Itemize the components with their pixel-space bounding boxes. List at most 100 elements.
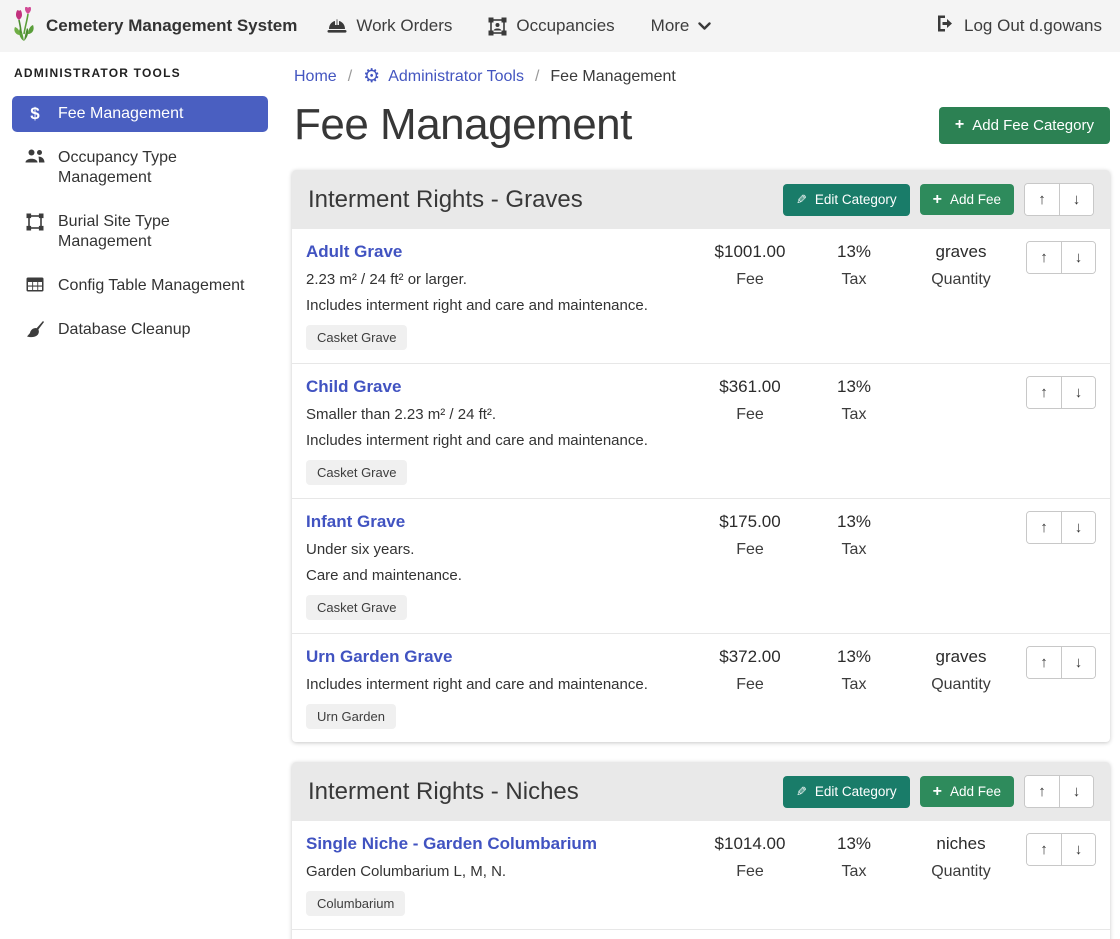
app-title: Cemetery Management System: [46, 16, 297, 36]
fee-label: Fee: [698, 863, 802, 881]
logout-icon: [936, 15, 955, 37]
fee-stats: $372.00 Fee 13% Tax graves Quantity ↑ ↓: [698, 646, 1096, 694]
fee-amount: $361.00: [698, 377, 802, 397]
move-fee-up-button[interactable]: ↑: [1027, 242, 1061, 273]
fee-reorder-group: ↑ ↓: [1026, 833, 1096, 866]
quantity-label: Quantity: [906, 271, 1016, 289]
tax-label: Tax: [802, 406, 906, 424]
category-title: Interment Rights - Graves: [308, 186, 583, 214]
fee-row: Infant Grave Under six years.Care and ma…: [292, 498, 1110, 633]
add-fee-button[interactable]: + Add Fee: [920, 776, 1014, 807]
fee-category-card: Interment Rights - Graves ✎ Edit Categor…: [292, 170, 1110, 742]
fee-name-link[interactable]: Infant Grave: [306, 512, 405, 532]
broom-icon: [24, 321, 46, 338]
fee-name-link[interactable]: Single Niche - Garden Columbarium: [306, 834, 597, 854]
fee-name-link[interactable]: Adult Grave: [306, 242, 402, 262]
move-fee-down-button[interactable]: ↓: [1061, 242, 1095, 273]
move-fee-up-button[interactable]: ↑: [1027, 512, 1061, 543]
breadcrumb-home-link[interactable]: Home: [294, 68, 337, 86]
tax-amount: 13%: [802, 512, 906, 532]
table-icon: [24, 277, 46, 292]
plus-icon: +: [955, 118, 964, 132]
add-fee-label: Add Fee: [950, 784, 1001, 799]
sidebar-item-label: Database Cleanup: [58, 320, 191, 340]
tax-amount: 13%: [802, 377, 906, 397]
fee-description: Includes interment right and care and ma…: [306, 432, 698, 449]
move-category-down-button[interactable]: ↓: [1059, 184, 1093, 215]
edit-category-button[interactable]: ✎ Edit Category: [783, 184, 910, 216]
sidebar-item-fee-management[interactable]: $ Fee Management: [12, 96, 268, 132]
top-navbar: Cemetery Management System Work Orders: [0, 0, 1120, 52]
pencil-icon: ✎: [796, 784, 807, 800]
move-fee-up-button[interactable]: ↑: [1027, 647, 1061, 678]
tulip-logo-icon: [12, 7, 36, 46]
fee-details: Urn Garden Grave Includes interment righ…: [306, 646, 698, 729]
tax-stat: 13% Tax: [802, 833, 906, 881]
fee-stats: $175.00 Fee 13% Tax ↑ ↓: [698, 511, 1096, 559]
move-fee-down-button[interactable]: ↓: [1061, 512, 1095, 543]
tax-label: Tax: [802, 541, 906, 559]
fee-stat: $361.00 Fee: [698, 376, 802, 424]
edit-category-button[interactable]: ✎ Edit Category: [783, 776, 910, 808]
tax-label: Tax: [802, 676, 906, 694]
move-category-up-button[interactable]: ↑: [1025, 776, 1059, 807]
move-fee-down-button[interactable]: ↓: [1061, 377, 1095, 408]
add-fee-button[interactable]: + Add Fee: [920, 184, 1014, 215]
fee-descriptions: Smaller than 2.23 m² / 24 ft².Includes i…: [306, 406, 698, 449]
add-fee-label: Add Fee: [950, 192, 1001, 207]
breadcrumb: Home / ⚙ Administrator Tools / Fee Manag…: [294, 68, 1110, 86]
add-fee-category-button[interactable]: + Add Fee Category: [939, 107, 1110, 144]
fee-description: Garden Columbarium L, M, N.: [306, 863, 698, 880]
fee-stat: $372.00 Fee: [698, 646, 802, 694]
page-title: Fee Management: [294, 100, 632, 150]
fee-descriptions: 2.23 m² / 24 ft² or larger.Includes inte…: [306, 271, 698, 314]
logout-button[interactable]: Log Out d.gowans: [936, 15, 1102, 37]
sidebar-item-config-table-management[interactable]: Config Table Management: [12, 268, 268, 304]
pencil-icon: ✎: [796, 192, 807, 208]
app-brand[interactable]: Cemetery Management System: [12, 7, 297, 46]
occupancy-frame-icon: [488, 17, 507, 36]
nav-label: More: [651, 16, 690, 36]
move-fee-down-button[interactable]: ↓: [1061, 647, 1095, 678]
move-category-up-button[interactable]: ↑: [1025, 184, 1059, 215]
tax-amount: 13%: [802, 834, 906, 854]
sidebar-item-database-cleanup[interactable]: Database Cleanup: [12, 312, 268, 348]
fee-description: Includes interment right and care and ma…: [306, 297, 698, 314]
fee-stat: $175.00 Fee: [698, 511, 802, 559]
move-fee-down-button[interactable]: ↓: [1061, 834, 1095, 865]
fee-row: Urn Garden Grave Includes interment righ…: [292, 633, 1110, 742]
sidebar-item-occupancy-type-management[interactable]: Occupancy Type Management: [12, 140, 268, 196]
fee-amount: $175.00: [698, 512, 802, 532]
quantity-value: graves: [906, 242, 1016, 262]
nav-work-orders[interactable]: Work Orders: [327, 16, 452, 36]
fee-descriptions: Under six years.Care and maintenance.: [306, 541, 698, 584]
category-header: Interment Rights - Niches ✎ Edit Categor…: [292, 762, 1110, 821]
sidebar-heading: ADMINISTRATOR TOOLS: [14, 66, 266, 80]
fee-name-link[interactable]: Urn Garden Grave: [306, 647, 452, 667]
category-reorder-group: ↑ ↓: [1024, 775, 1094, 808]
quantity-value: niches: [906, 834, 1016, 854]
nav-more[interactable]: More: [651, 16, 712, 36]
category-header: Interment Rights - Graves ✎ Edit Categor…: [292, 170, 1110, 229]
fee-row: Adult Grave 2.23 m² / 24 ft² or larger.I…: [292, 229, 1110, 363]
fee-row: Single Niche - Garden Columbarium Garden…: [292, 821, 1110, 929]
move-fee-up-button[interactable]: ↑: [1027, 834, 1061, 865]
fee-row: Companion Niche - Garden Columbarium Gar…: [292, 929, 1110, 939]
sidebar-item-burial-site-type-management[interactable]: Burial Site Type Management: [12, 204, 268, 260]
move-category-down-button[interactable]: ↓: [1059, 776, 1093, 807]
fee-reorder-group: ↑ ↓: [1026, 646, 1096, 679]
main-nav: Work Orders Occupancies More: [327, 16, 711, 36]
fee-amount: $372.00: [698, 647, 802, 667]
move-fee-up-button[interactable]: ↑: [1027, 377, 1061, 408]
vector-square-icon: [24, 213, 46, 231]
plus-icon: +: [933, 785, 942, 799]
fee-type-badge: Urn Garden: [306, 704, 396, 729]
quantity-value: graves: [906, 647, 1016, 667]
fee-name-link[interactable]: Child Grave: [306, 377, 401, 397]
fee-amount: $1014.00: [698, 834, 802, 854]
fee-amount: $1001.00: [698, 242, 802, 262]
fee-descriptions: Garden Columbarium L, M, N.: [306, 863, 698, 880]
quantity-stat: niches Quantity: [906, 833, 1016, 881]
breadcrumb-admin-tools-link[interactable]: ⚙ Administrator Tools: [363, 68, 524, 86]
nav-occupancies[interactable]: Occupancies: [488, 16, 614, 36]
